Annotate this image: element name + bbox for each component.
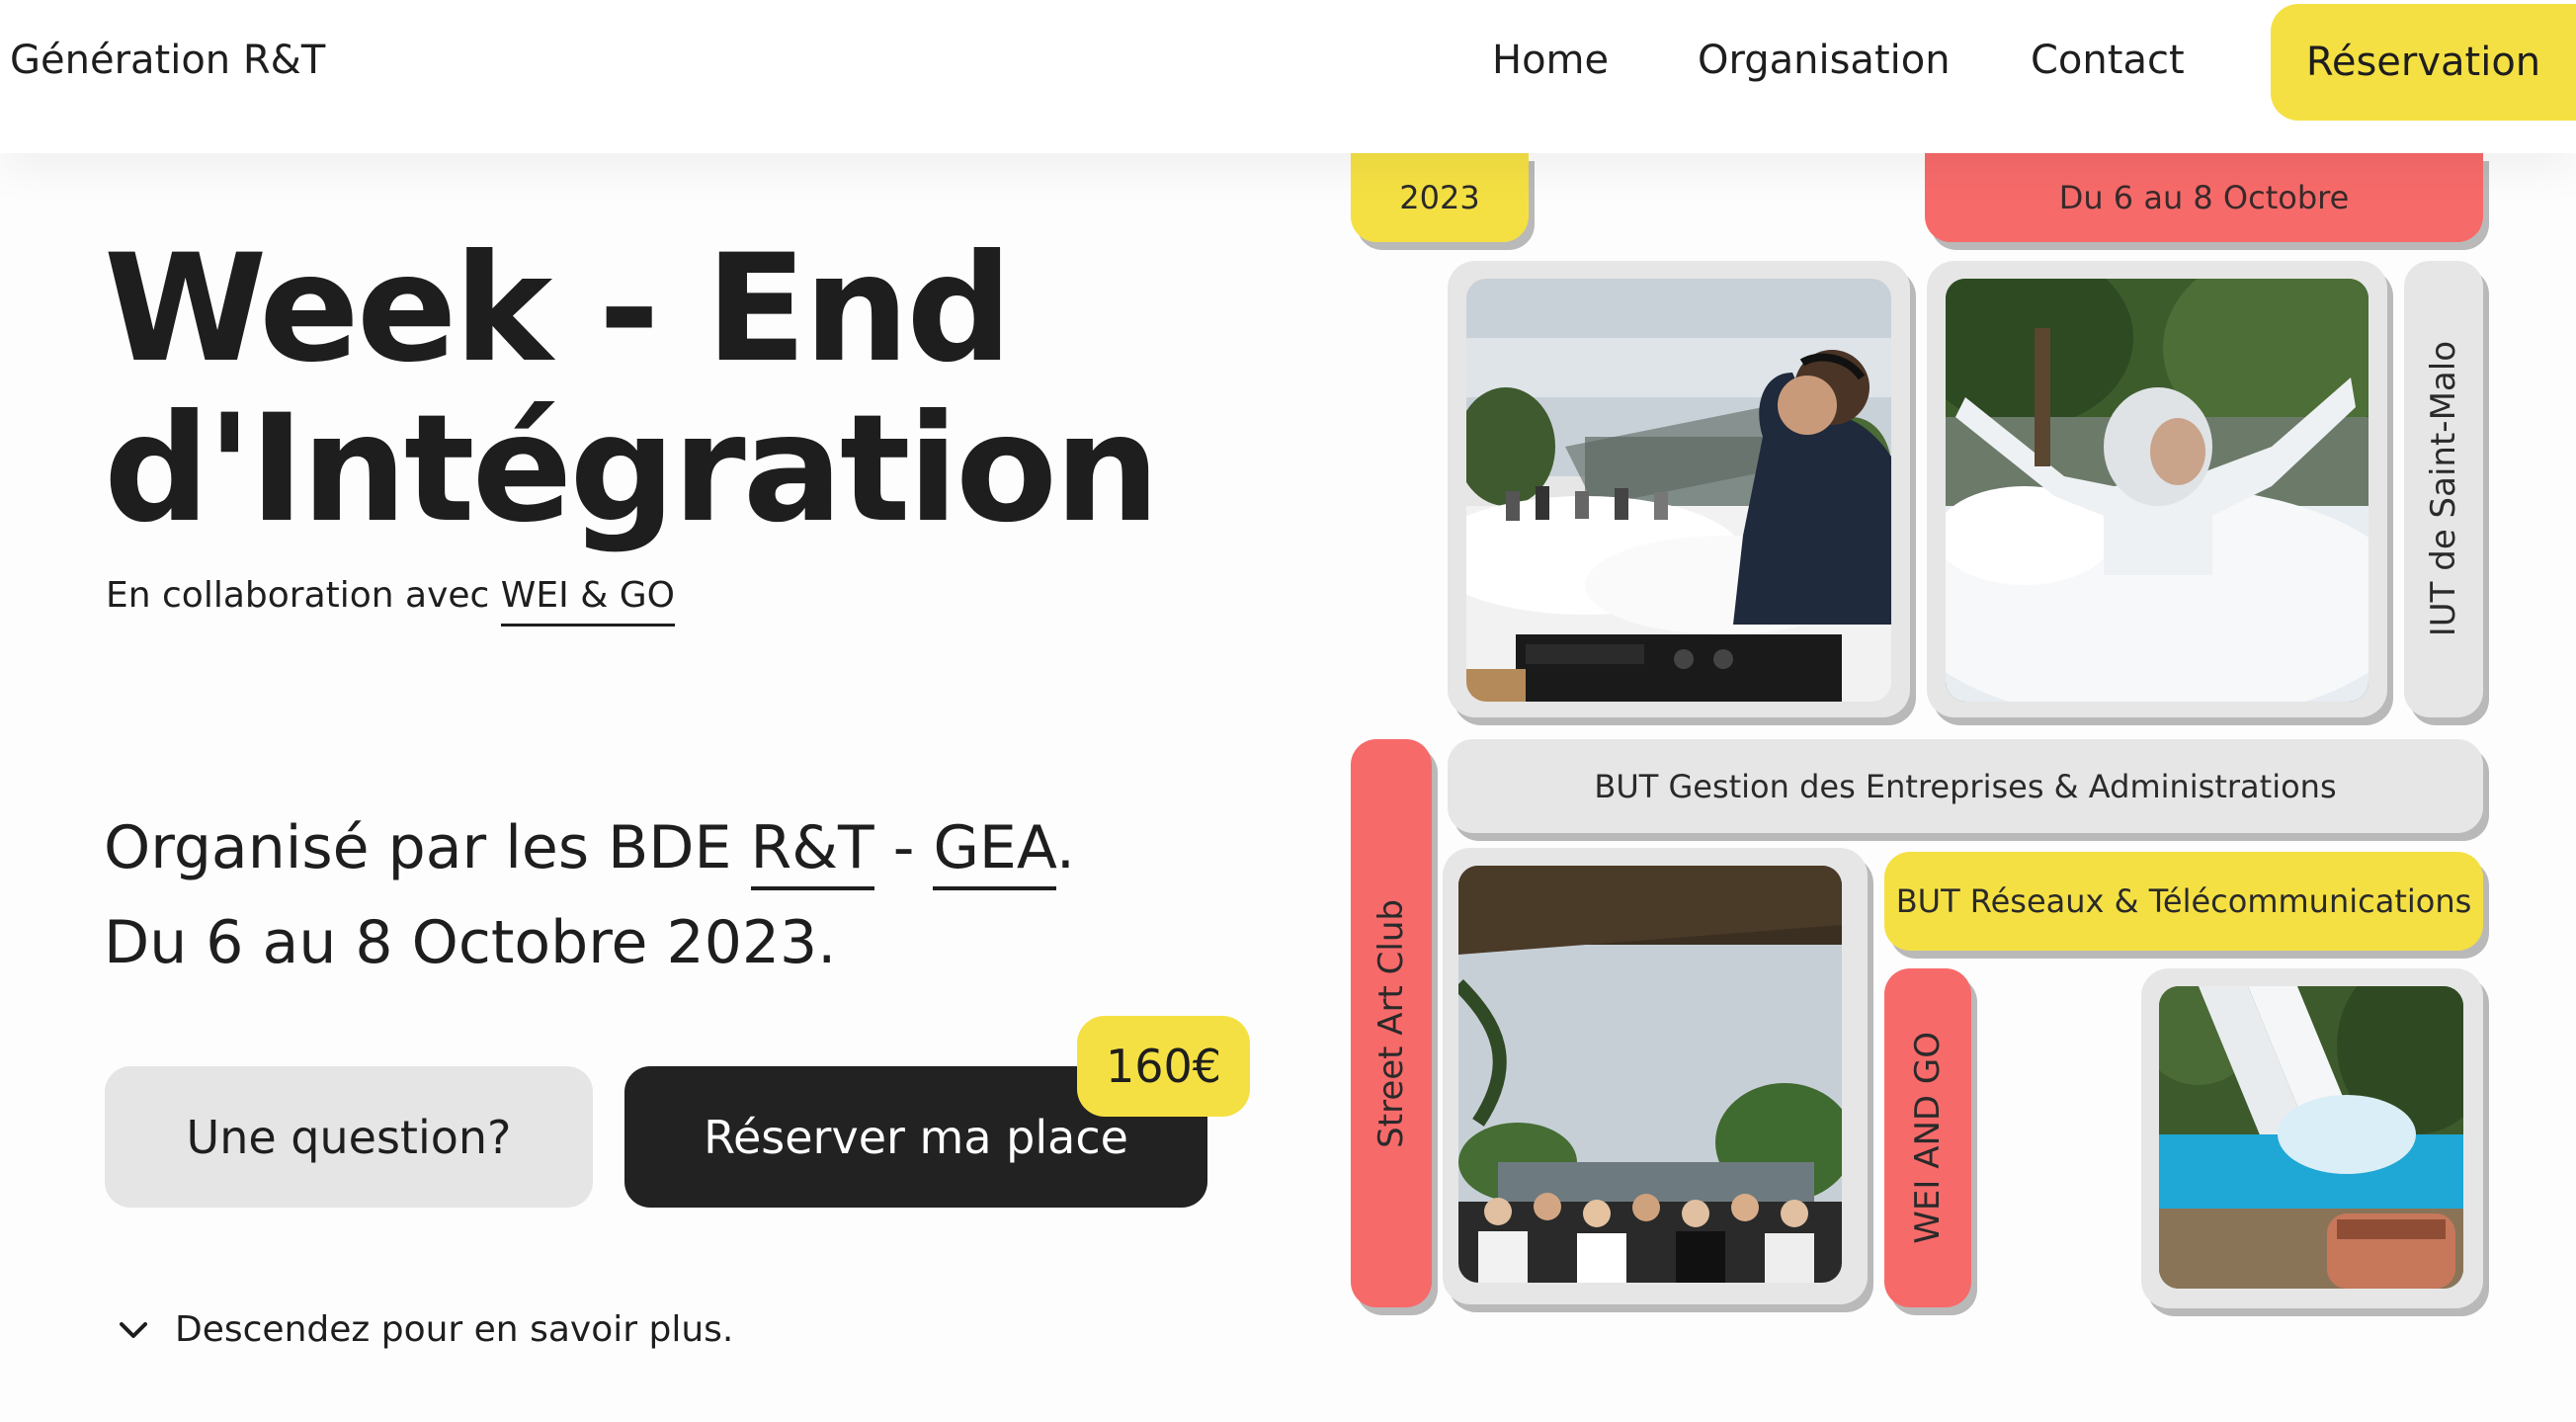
photo-card-foam xyxy=(1927,261,2387,717)
scroll-hint[interactable]: Descendez pour en savoir plus. xyxy=(114,1309,733,1350)
brand-name[interactable]: Génération R&T xyxy=(10,38,325,83)
site-header: Génération R&T Home Organisation Contact… xyxy=(0,0,2576,153)
wei-and-go-tile: WEI AND GO xyxy=(1884,968,1971,1307)
question-button[interactable]: Une question? xyxy=(105,1066,593,1208)
photo-card-dj xyxy=(1448,261,1910,717)
photo-dj-foam-party xyxy=(1466,279,1891,702)
bde-gea-link[interactable]: GEA xyxy=(933,813,1056,890)
organized-line: Organisé par les BDE R&T - GEA. xyxy=(104,800,1075,895)
dates-tile: Du 6 au 8 Octobre xyxy=(1925,153,2483,242)
hero-title-line2: d'Intégration xyxy=(104,383,1160,555)
iut-saint-malo-label: IUT de Saint-Malo xyxy=(2424,341,2463,637)
photo-crowd-palms xyxy=(1458,866,1842,1283)
nav-home[interactable]: Home xyxy=(1492,38,1609,83)
street-art-club-label: Street Art Club xyxy=(1371,898,1411,1148)
photo-card-waterslide xyxy=(2141,968,2483,1308)
hero-title: Week - End d'Intégration xyxy=(104,223,1160,555)
organized-separator: - xyxy=(873,813,934,882)
photo-foam-person xyxy=(1946,279,2368,702)
organized-by-text: Organisé par les BDE R&T - GEA. Du 6 au … xyxy=(104,800,1075,990)
photo-waterslide-pool xyxy=(2159,986,2463,1289)
event-dates-line: Du 6 au 8 Octobre 2023. xyxy=(104,908,837,977)
organized-suffix: . xyxy=(1055,813,1075,882)
nav-contact[interactable]: Contact xyxy=(2031,38,2185,83)
organized-prefix: Organisé par les BDE xyxy=(104,813,732,882)
wei-and-go-link[interactable]: WEI & GO xyxy=(500,575,675,627)
but-gea-tile: BUT Gestion des Entreprises & Administra… xyxy=(1448,739,2483,833)
collaboration-line: En collaboration avec WEI & GO xyxy=(106,575,675,627)
nav-organisation[interactable]: Organisation xyxy=(1698,38,1951,83)
chevron-down-icon xyxy=(120,1321,147,1338)
but-rt-tile: BUT Réseaux & Télécommunications xyxy=(1884,852,2483,951)
collaboration-prefix: En collaboration avec xyxy=(106,575,490,616)
street-art-club-tile: Street Art Club xyxy=(1351,739,1432,1307)
iut-saint-malo-tile: IUT de Saint-Malo xyxy=(2404,261,2483,717)
photo-card-crowd xyxy=(1443,848,1868,1304)
hero-title-line1: Week - End xyxy=(104,223,1013,395)
year-tile: 2023 xyxy=(1351,153,1529,242)
price-badge: 160€ xyxy=(1077,1016,1250,1117)
scroll-hint-text: Descendez pour en savoir plus. xyxy=(175,1309,734,1350)
nav-reservation-button[interactable]: Réservation xyxy=(2271,4,2576,121)
wei-and-go-label: WEI AND GO xyxy=(1908,1032,1948,1244)
bde-rt-link[interactable]: R&T xyxy=(750,813,874,890)
